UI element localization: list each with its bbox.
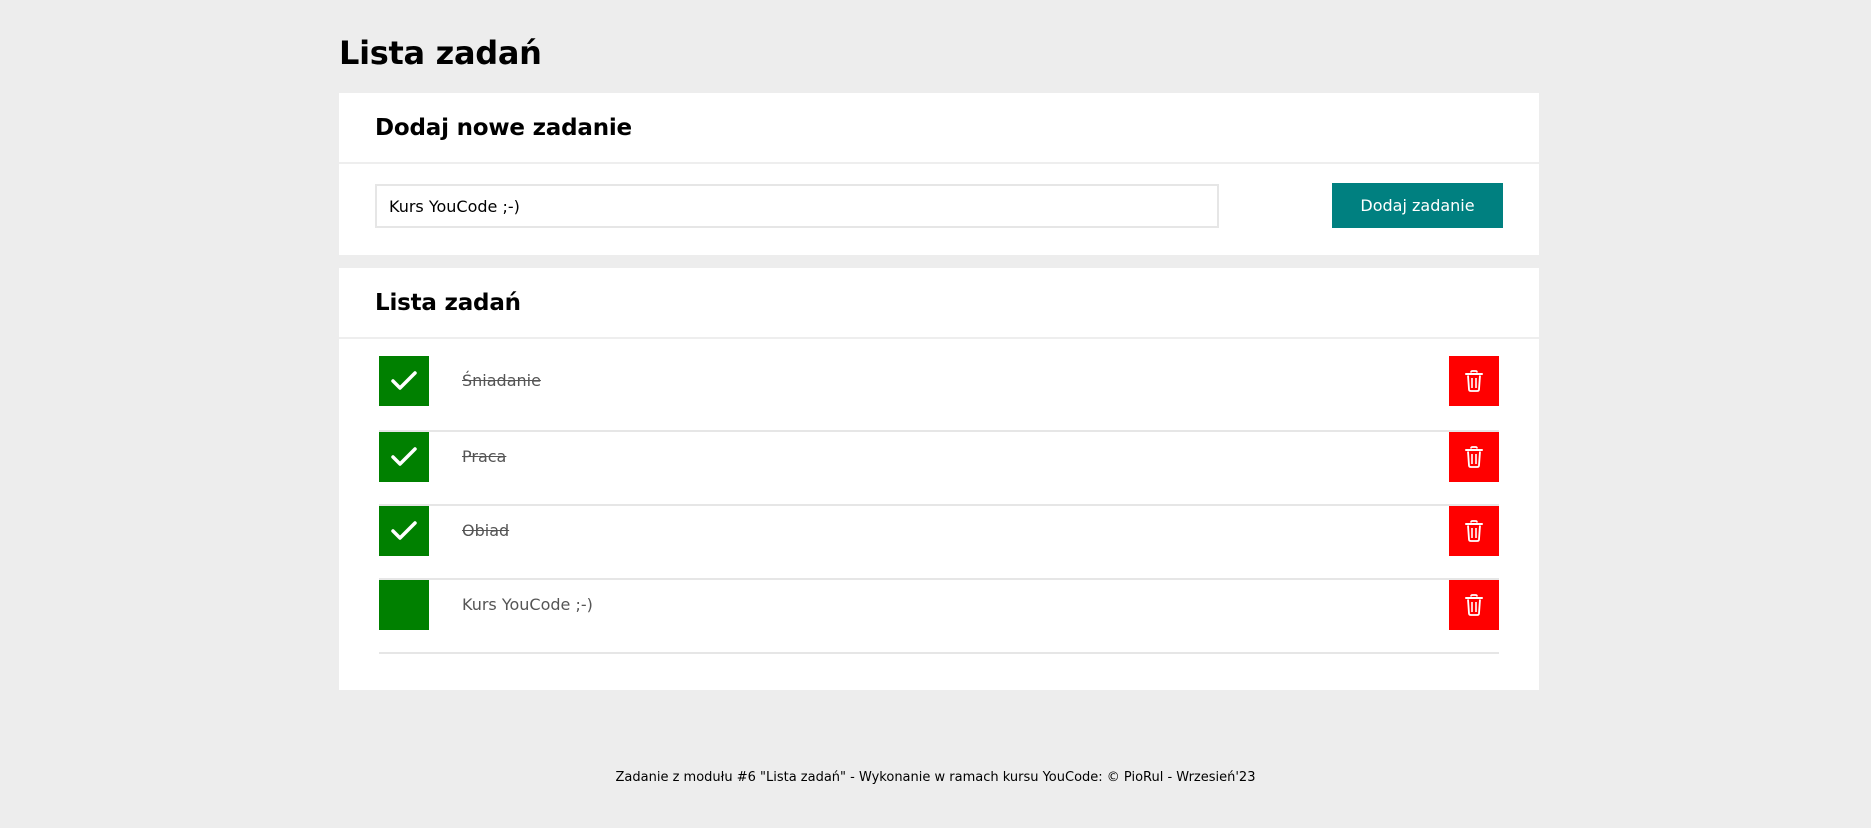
toggle-done-button[interactable] [379,356,429,406]
add-task-header: Dodaj nowe zadanie [339,93,1539,164]
task-item: Kurs YouCode ;-) [379,580,1499,654]
new-task-input[interactable] [375,184,1219,228]
toggle-done-button[interactable] [379,580,429,630]
add-task-heading: Dodaj nowe zadanie [375,114,632,141]
toggle-done-button[interactable] [379,506,429,556]
task-list-heading: Lista zadań [375,289,521,316]
checkmark-icon [391,521,417,540]
delete-task-button[interactable] [1449,580,1499,630]
task-text: Praca [462,447,507,466]
page: Lista zadań Dodaj nowe zadanie Dodaj zad… [0,0,1871,828]
delete-task-button[interactable] [1449,356,1499,406]
task-item: Obiad [379,506,1499,580]
add-task-button[interactable]: Dodaj zadanie [1332,183,1503,228]
task-item: Śniadanie [379,356,1499,432]
toggle-done-button[interactable] [379,432,429,482]
add-task-form: Dodaj zadanie [339,164,1539,255]
task-text: Kurs YouCode ;-) [462,595,593,614]
task-item: Praca [379,432,1499,506]
delete-task-button[interactable] [1449,432,1499,482]
task-text: Śniadanie [462,371,541,390]
add-task-section: Dodaj nowe zadanie Dodaj zadanie [339,93,1539,255]
page-title: Lista zadań [339,34,542,72]
task-list: Śniadanie Praca Obiad Kurs YouCode ;-) [379,356,1499,654]
checkmark-icon [391,371,417,390]
task-list-section: Lista zadań Śniadanie Praca Obiad Kurs Y… [339,268,1539,690]
task-list-header: Lista zadań [339,268,1539,339]
delete-task-button[interactable] [1449,506,1499,556]
trash-icon [1465,594,1483,616]
checkmark-icon [391,447,417,466]
trash-icon [1465,370,1483,392]
trash-icon [1465,520,1483,542]
trash-icon [1465,446,1483,468]
task-text: Obiad [462,521,510,540]
page-footer: Zadanie z modułu #6 "Lista zadań" - Wyko… [615,770,1256,785]
